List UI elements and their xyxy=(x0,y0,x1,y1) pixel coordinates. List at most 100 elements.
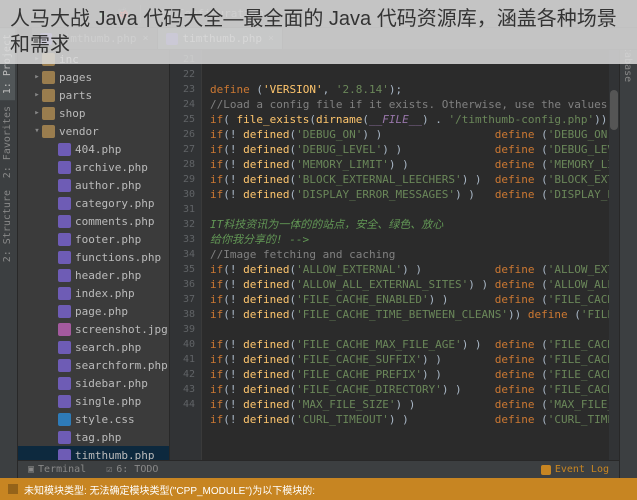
tree-arrow: ▸ xyxy=(32,108,42,118)
php-icon xyxy=(58,251,71,264)
terminal-icon: ▣ xyxy=(28,464,34,475)
tree-label: footer.php xyxy=(75,233,141,246)
tree-label: index.php xyxy=(75,287,135,300)
folder-icon xyxy=(42,125,55,138)
php-icon xyxy=(58,269,71,282)
tree-label: style.css xyxy=(75,413,135,426)
todo-tab[interactable]: ☑6: TODO xyxy=(96,461,168,478)
php-icon xyxy=(58,431,71,444)
scrollbar[interactable] xyxy=(609,50,619,460)
code-area[interactable]: define ('VERSION', '2.8.14');//Load a co… xyxy=(202,50,619,460)
php-icon xyxy=(58,305,71,318)
tree-item[interactable]: 404.php xyxy=(18,140,169,158)
line-number: 30 xyxy=(170,187,195,202)
css-icon xyxy=(58,413,71,426)
php-icon xyxy=(58,287,71,300)
php-icon xyxy=(58,197,71,210)
tree-item[interactable]: header.php xyxy=(18,266,169,284)
code-line: if(! defined('DISPLAY_ERROR_MESSAGES') )… xyxy=(210,187,619,202)
tree-label: pages xyxy=(59,71,92,84)
php-icon xyxy=(58,215,71,228)
event-log[interactable]: Event Log xyxy=(541,464,619,475)
line-number: 33 xyxy=(170,232,195,247)
code-line xyxy=(210,67,619,82)
tree-label: parts xyxy=(59,89,92,102)
tree-label: search.php xyxy=(75,341,141,354)
line-number: 35 xyxy=(170,262,195,277)
scrollbar-thumb[interactable] xyxy=(610,90,618,130)
line-number: 32 xyxy=(170,217,195,232)
tool----structure[interactable]: 2: Structure xyxy=(0,184,15,268)
tree-item[interactable]: index.php xyxy=(18,284,169,302)
code-line: if(! defined('ALLOW_EXTERNAL') ) define … xyxy=(210,262,619,277)
tree-item[interactable]: page.php xyxy=(18,302,169,320)
code-line: if(! defined('DEBUG_LEVEL') ) define ('D… xyxy=(210,142,619,157)
line-number: 44 xyxy=(170,397,195,412)
tool----favorites[interactable]: 2: Favorites xyxy=(0,100,15,184)
tree-item[interactable]: author.php xyxy=(18,176,169,194)
tree-item[interactable]: archive.php xyxy=(18,158,169,176)
tree-label: single.php xyxy=(75,395,141,408)
tree-label: author.php xyxy=(75,179,141,192)
php-icon xyxy=(58,359,71,372)
tree-item[interactable]: ▸ parts xyxy=(18,86,169,104)
tree-label: sidebar.php xyxy=(75,377,148,390)
code-line: if(! defined('FILE_CACHE_TIME_BETWEEN_CL… xyxy=(210,307,619,322)
line-number: 26 xyxy=(170,127,195,142)
folder-icon xyxy=(42,71,55,84)
line-number: 41 xyxy=(170,352,195,367)
line-number: 28 xyxy=(170,157,195,172)
terminal-tab[interactable]: ▣Terminal xyxy=(18,461,96,478)
tree-label: vendor xyxy=(59,125,99,138)
tree-label: page.php xyxy=(75,305,128,318)
gutter: 2122232425262728293031323334353637383940… xyxy=(170,50,202,460)
line-number: 22 xyxy=(170,67,195,82)
tree-arrow: ▾ xyxy=(32,126,42,136)
tree-item[interactable]: footer.php xyxy=(18,230,169,248)
line-number: 43 xyxy=(170,382,195,397)
line-number: 27 xyxy=(170,142,195,157)
tree-label: timthumb.php xyxy=(75,449,154,461)
tree-arrow: ▸ xyxy=(32,72,42,82)
line-number: 38 xyxy=(170,307,195,322)
tree-label: category.php xyxy=(75,197,154,210)
tree-item[interactable]: functions.php xyxy=(18,248,169,266)
code-line: if(! defined('FILE_CACHE_MAX_FILE_AGE') … xyxy=(210,337,619,352)
tree-item[interactable]: ▾ vendor xyxy=(18,122,169,140)
line-number: 40 xyxy=(170,337,195,352)
tree-item[interactable]: style.css xyxy=(18,410,169,428)
line-number: 34 xyxy=(170,247,195,262)
tree-item[interactable]: screenshot.jpg xyxy=(18,320,169,338)
tree-item[interactable]: ▸shop xyxy=(18,104,169,122)
php-icon xyxy=(58,233,71,246)
line-number: 39 xyxy=(170,322,195,337)
php-icon xyxy=(58,143,71,156)
code-line: if(! defined('FILE_CACHE_SUFFIX') ) defi… xyxy=(210,352,619,367)
code-line: if(! defined('DEBUG_ON') ) define ('DEBU… xyxy=(210,127,619,142)
tree-item[interactable]: ▸ pages xyxy=(18,68,169,86)
tree-label: functions.php xyxy=(75,251,161,264)
line-number: 31 xyxy=(170,202,195,217)
folder-icon xyxy=(42,89,55,102)
right-tool-strip: Database xyxy=(619,28,637,478)
code-line: 给你我分享的! --> xyxy=(210,232,619,247)
line-number: 42 xyxy=(170,367,195,382)
tree-item[interactable]: sidebar.php xyxy=(18,374,169,392)
php-icon xyxy=(58,395,71,408)
tree-label: tag.php xyxy=(75,431,121,444)
tree-item[interactable]: timthumb.php xyxy=(18,446,169,460)
code-line: //Image fetching and caching xyxy=(210,247,619,262)
tree-item[interactable]: searchform.php xyxy=(18,356,169,374)
tree-item[interactable]: search.php xyxy=(18,338,169,356)
project-tree: ▸inc▸pages▸parts▸shop▾vendor404.phparchi… xyxy=(18,50,170,460)
bottom-tool-tabs: ▣Terminal ☑6: TODO Event Log xyxy=(18,460,619,478)
code-line: if( file_exists(dirname(__FILE__) . '/ti… xyxy=(210,112,619,127)
tree-item[interactable]: tag.php xyxy=(18,428,169,446)
code-line: if(! defined('MAX_FILE_SIZE') ) define (… xyxy=(210,397,619,412)
tree-item[interactable]: comments.php xyxy=(18,212,169,230)
tree-item[interactable]: category.php xyxy=(18,194,169,212)
tree-arrow: ▸ xyxy=(32,90,42,100)
tree-item[interactable]: single.php xyxy=(18,392,169,410)
line-number: 25 xyxy=(170,112,195,127)
status-bar: 未知模块类型: 无法确定模块类型("CPP_MODULE")为以下模块的: xyxy=(0,478,637,500)
